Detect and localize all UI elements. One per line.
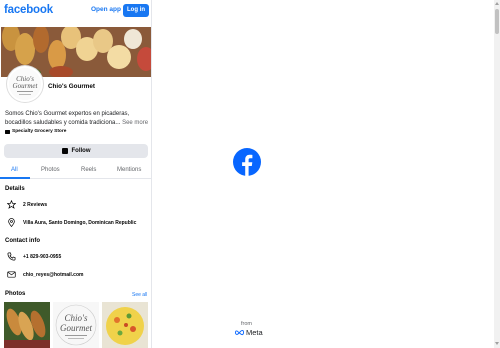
meta-brand: Meta bbox=[234, 328, 263, 337]
details-heading: Details bbox=[5, 186, 25, 192]
store-icon bbox=[5, 129, 10, 134]
scroll-thumb[interactable] bbox=[495, 9, 499, 34]
tab-reels[interactable]: Reels bbox=[81, 167, 96, 173]
page-bio: Somos Chio's Gourmet expertos en picader… bbox=[5, 110, 150, 127]
avatar-text-2: Gourmet bbox=[13, 82, 39, 90]
meta-infinity-icon bbox=[235, 329, 244, 336]
mobile-page-panel: facebook Open app Log in Chio's Gourmet bbox=[0, 0, 152, 348]
top-bar: facebook Open app Log in bbox=[0, 0, 151, 22]
star-icon bbox=[7, 200, 16, 209]
phone-icon bbox=[7, 252, 16, 261]
address-text: Villa Aura, Santo Domingo, Dominican Rep… bbox=[23, 219, 137, 226]
phone-text: +1 829-903-0955 bbox=[23, 253, 62, 260]
tab-mentions[interactable]: Mentions bbox=[117, 167, 141, 173]
photo-logo-text-2: Gourmet bbox=[60, 323, 92, 333]
from-label: from bbox=[241, 321, 252, 327]
scroll-up-arrow[interactable] bbox=[495, 2, 499, 5]
reviews-text: 2 Reviews bbox=[23, 201, 48, 208]
category-label: Specialty Grocery Store bbox=[12, 129, 67, 134]
photo-thumbnail-3[interactable] bbox=[102, 302, 148, 348]
open-app-link[interactable]: Open app bbox=[91, 6, 121, 13]
follow-label: Follow bbox=[71, 148, 91, 154]
page-category: Specialty Grocery Store bbox=[5, 129, 66, 134]
meta-label: Meta bbox=[246, 328, 263, 337]
follow-icon bbox=[61, 148, 68, 154]
scrollbar[interactable] bbox=[494, 0, 500, 348]
log-in-button[interactable]: Log in bbox=[123, 4, 149, 17]
email-row[interactable]: chio_reyes@hotmail.com bbox=[7, 270, 83, 279]
active-tab-indicator bbox=[0, 177, 30, 179]
photos-heading: Photos bbox=[5, 291, 26, 297]
tab-all[interactable]: All bbox=[11, 167, 18, 173]
facebook-logo-icon bbox=[233, 148, 261, 176]
address-row[interactable]: Villa Aura, Santo Domingo, Dominican Rep… bbox=[7, 218, 136, 227]
location-pin-icon bbox=[8, 218, 15, 227]
profile-avatar[interactable]: Chio's Gourmet bbox=[7, 66, 43, 102]
phone-row[interactable]: +1 829-903-0955 bbox=[7, 252, 61, 261]
reviews-row[interactable]: 2 Reviews bbox=[7, 200, 47, 209]
tab-photos[interactable]: Photos bbox=[41, 167, 60, 173]
see-more-link[interactable]: See more bbox=[122, 120, 148, 126]
mail-icon bbox=[7, 271, 16, 278]
page-title[interactable]: Chio's Gourmet bbox=[48, 83, 95, 90]
email-text: chio_reyes@hotmail.com bbox=[23, 271, 84, 278]
scroll-down-arrow[interactable] bbox=[495, 342, 499, 345]
contact-info-heading: Contact info bbox=[5, 238, 40, 244]
follow-button[interactable]: Follow bbox=[4, 144, 148, 158]
photo-thumbnail-2[interactable]: Chio's Gourmet bbox=[53, 302, 99, 348]
facebook-logo[interactable]: facebook bbox=[4, 4, 53, 16]
photo-logo-text-1: Chio's bbox=[65, 313, 88, 323]
see-all-photos-link[interactable]: See all bbox=[132, 292, 147, 298]
photo-thumbnail-1[interactable] bbox=[4, 302, 50, 348]
bio-text: Somos Chio's Gourmet expertos en picader… bbox=[5, 111, 130, 126]
